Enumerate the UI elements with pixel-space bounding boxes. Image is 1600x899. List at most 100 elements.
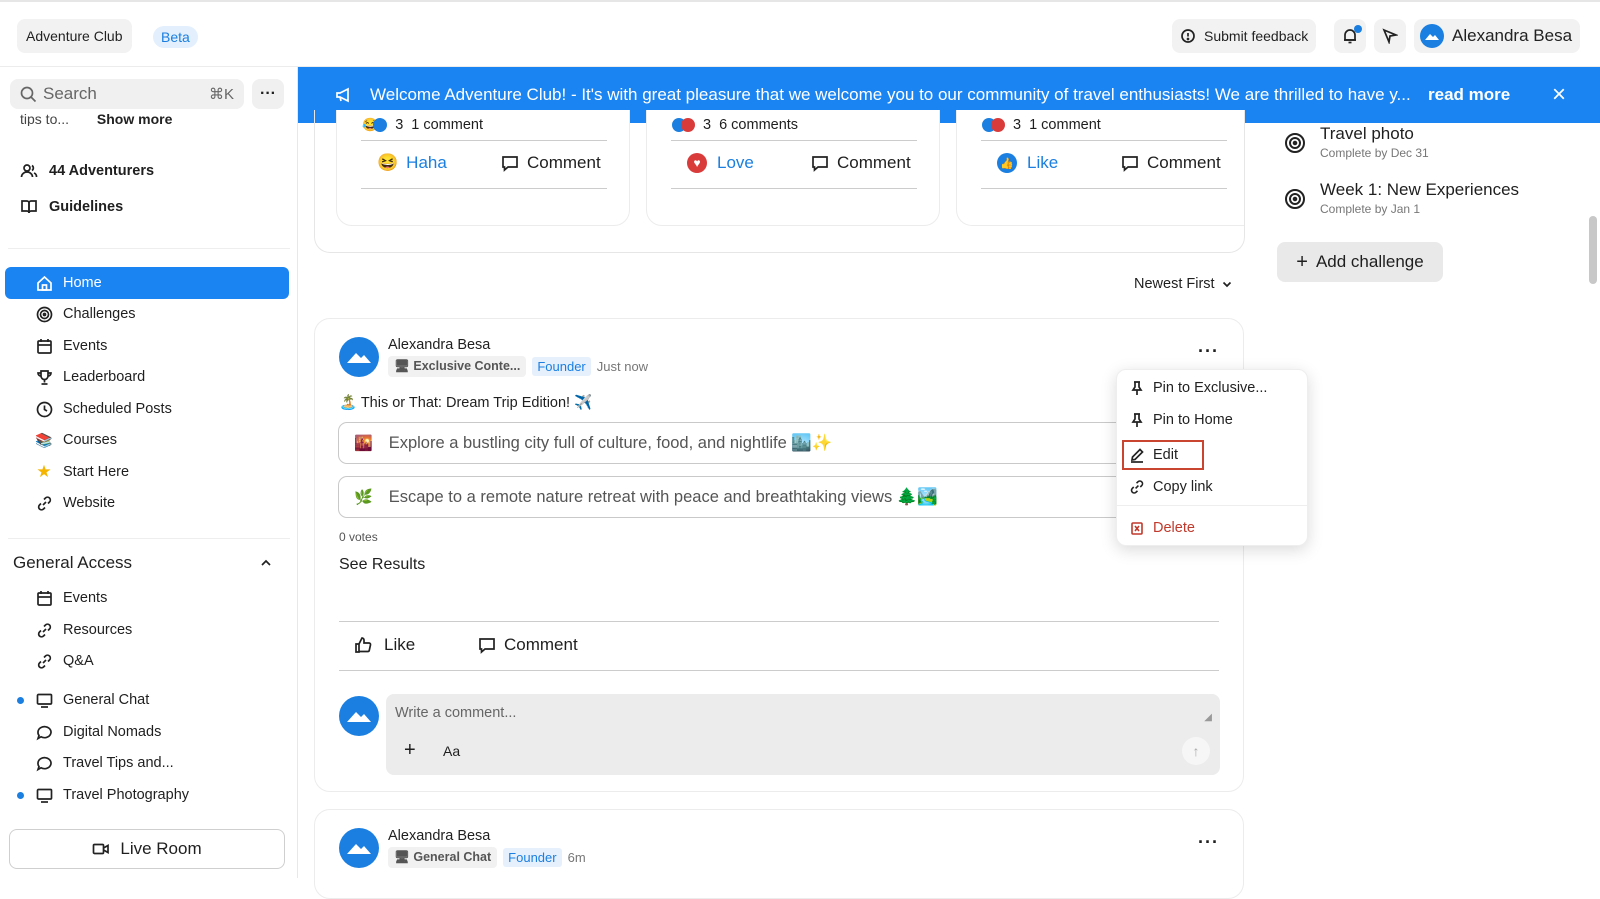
sidebar-item-label: Start Here <box>63 464 130 480</box>
comment-button[interactable]: Comment <box>478 635 578 655</box>
sidebar-item-label: Digital Nomads <box>63 724 162 740</box>
trophy-icon <box>35 368 53 386</box>
resize-handle-icon: ◢ <box>1204 712 1212 723</box>
copy-link-item[interactable]: Copy link <box>1129 475 1213 499</box>
sidebar-item-courses[interactable]: 📚 Courses <box>35 428 117 452</box>
target-icon <box>1285 189 1305 209</box>
comment-button[interactable]: Comment <box>501 153 601 173</box>
guidelines-link[interactable]: Guidelines <box>20 198 123 216</box>
pin-to-home-item[interactable]: Pin to Home <box>1129 408 1233 432</box>
featured-post-card[interactable]: 😂 3 1 comment 😆 Haha Comment <box>336 110 630 226</box>
send-comment-button[interactable]: ↑ <box>1182 737 1210 765</box>
add-challenge-button[interactable]: + Add challenge <box>1277 242 1443 282</box>
author-avatar[interactable] <box>339 337 379 377</box>
comment-button[interactable]: Comment <box>811 153 911 173</box>
sidebar-item-resources[interactable]: Resources <box>35 618 132 642</box>
like-button[interactable]: Like <box>354 635 415 655</box>
sidebar-item-travel-photography[interactable]: Travel Photography <box>35 783 189 807</box>
community-switcher[interactable]: Adventure Club <box>17 19 132 53</box>
add-attachment-icon[interactable]: + <box>404 739 416 762</box>
featured-post-card[interactable]: 3 6 comments ♥ Love Comment <box>646 110 940 226</box>
mountain-logo-icon <box>347 712 371 722</box>
submit-feedback-button[interactable]: Submit feedback <box>1172 19 1317 53</box>
show-more-link[interactable]: Show more <box>97 114 172 126</box>
challenge-item[interactable]: Week 1: New Experiences Complete by Jan … <box>1284 180 1584 222</box>
menu-item-label: Edit <box>1153 447 1178 463</box>
sidebar-item-digital-nomads[interactable]: Digital Nomads <box>35 720 161 744</box>
sidebar-item-scheduled-posts[interactable]: Scheduled Posts <box>35 397 172 421</box>
like-button[interactable]: 👍 Like <box>997 153 1058 173</box>
post-timestamp: 6m <box>567 850 586 865</box>
community-name: Adventure Club <box>26 28 123 44</box>
challenge-item[interactable]: Travel photo Complete by Dec 31 <box>1284 124 1564 166</box>
text-format-button[interactable]: Aa <box>443 743 460 759</box>
sidebar-item-qa[interactable]: Q&A <box>35 649 94 673</box>
mountain-logo-icon <box>347 353 371 363</box>
author-name[interactable]: Alexandra Besa <box>388 337 490 353</box>
sidebar-item-start-here[interactable]: ★ Start Here <box>35 460 129 484</box>
space-chip[interactable]: 🖥 General Chat <box>388 847 498 868</box>
featured-post-card[interactable]: 3 1 comment 👍 Like Comment <box>956 110 1244 226</box>
poll-option[interactable]: 🌇 Explore a bustling city full of cultur… <box>338 422 1218 464</box>
link-icon <box>35 652 53 670</box>
messages-button[interactable] <box>1374 19 1406 53</box>
sidebar-item-general-chat[interactable]: General Chat <box>35 688 149 712</box>
haha-button[interactable]: 😆 Haha <box>377 153 447 173</box>
sort-dropdown[interactable]: Newest First <box>1134 276 1233 292</box>
author-avatar[interactable] <box>339 828 379 868</box>
sidebar-item-leaderboard[interactable]: Leaderboard <box>35 365 145 389</box>
beta-badge-label: Beta <box>161 29 190 45</box>
menu-item-label: Pin to Exclusive... <box>1153 380 1268 396</box>
members-label: 44 Adventurers <box>49 163 155 179</box>
sidebar-item-home-content[interactable]: Home <box>35 271 102 295</box>
sidebar-item-section-events[interactable]: Events <box>35 586 107 610</box>
comment-box[interactable]: Write a comment... ◢ + Aa ↑ <box>386 694 1220 775</box>
user-menu-button[interactable]: Alexandra Besa <box>1414 19 1581 53</box>
thumbs-up-icon: 👍 <box>997 153 1017 173</box>
comment-input[interactable]: Write a comment... <box>395 705 516 721</box>
see-results-button[interactable]: See Results <box>339 556 425 574</box>
divider <box>339 670 1219 671</box>
challenge-due: Complete by Dec 31 <box>1320 146 1429 160</box>
sidebar-item-challenges[interactable]: Challenges <box>35 302 136 326</box>
banner-text: Welcome Adventure Club! - It's with grea… <box>370 85 1410 104</box>
search-input[interactable]: Search ⌘K <box>10 79 244 109</box>
sidebar-item-website[interactable]: Website <box>35 491 115 515</box>
monitor-icon <box>35 691 53 709</box>
edit-item[interactable]: Edit <box>1129 443 1178 467</box>
poll-option[interactable]: 🌿 Escape to a remote nature retreat with… <box>338 476 1218 518</box>
comment-button[interactable]: Comment <box>1121 153 1221 173</box>
sidebar-item-label: Home <box>63 275 102 291</box>
reaction-label: Like <box>1027 153 1059 172</box>
link-icon <box>35 621 53 639</box>
members-link[interactable]: 44 Adventurers <box>20 162 154 180</box>
poll-option-emoji: 🌇 <box>354 435 373 452</box>
read-more-link[interactable]: read more <box>1428 85 1510 105</box>
sidebar-item-label: Events <box>63 590 108 606</box>
sidebar-item-events[interactable]: Events <box>35 334 107 358</box>
sidebar-item-travel-tips[interactable]: Travel Tips and... <box>35 751 174 775</box>
truncated-description: tips to... Show more <box>20 114 172 126</box>
role-badge: Founder <box>532 357 591 376</box>
chat-icon <box>35 754 53 772</box>
delete-item[interactable]: Delete <box>1129 516 1195 540</box>
notification-dot <box>1354 25 1362 33</box>
scrollbar-thumb[interactable] <box>1589 216 1597 284</box>
close-icon[interactable]: × <box>1552 83 1566 107</box>
live-room-button[interactable]: Live Room <box>9 829 285 869</box>
comment-count: 1 comment <box>1029 117 1101 133</box>
divider <box>671 188 917 189</box>
post-options-button[interactable]: ··· <box>1198 341 1219 362</box>
notifications-button[interactable] <box>1334 19 1366 53</box>
live-room-label: Live Room <box>120 839 202 858</box>
love-button[interactable]: ♥ Love <box>687 153 754 173</box>
post-options-button[interactable]: ··· <box>1198 832 1219 853</box>
sidebar-more-button[interactable]: ··· <box>252 79 284 109</box>
comment-label: Comment <box>1147 153 1221 172</box>
section-header-general-access[interactable]: General Access <box>13 550 273 576</box>
pin-to-exclusive-item[interactable]: Pin to Exclusive... <box>1129 376 1267 400</box>
author-name[interactable]: Alexandra Besa <box>388 828 490 844</box>
space-chip[interactable]: 🖥 Exclusive Conte... <box>388 356 527 377</box>
clock-icon <box>35 400 53 418</box>
poll-option-text: Explore a bustling city full of culture,… <box>388 433 833 452</box>
